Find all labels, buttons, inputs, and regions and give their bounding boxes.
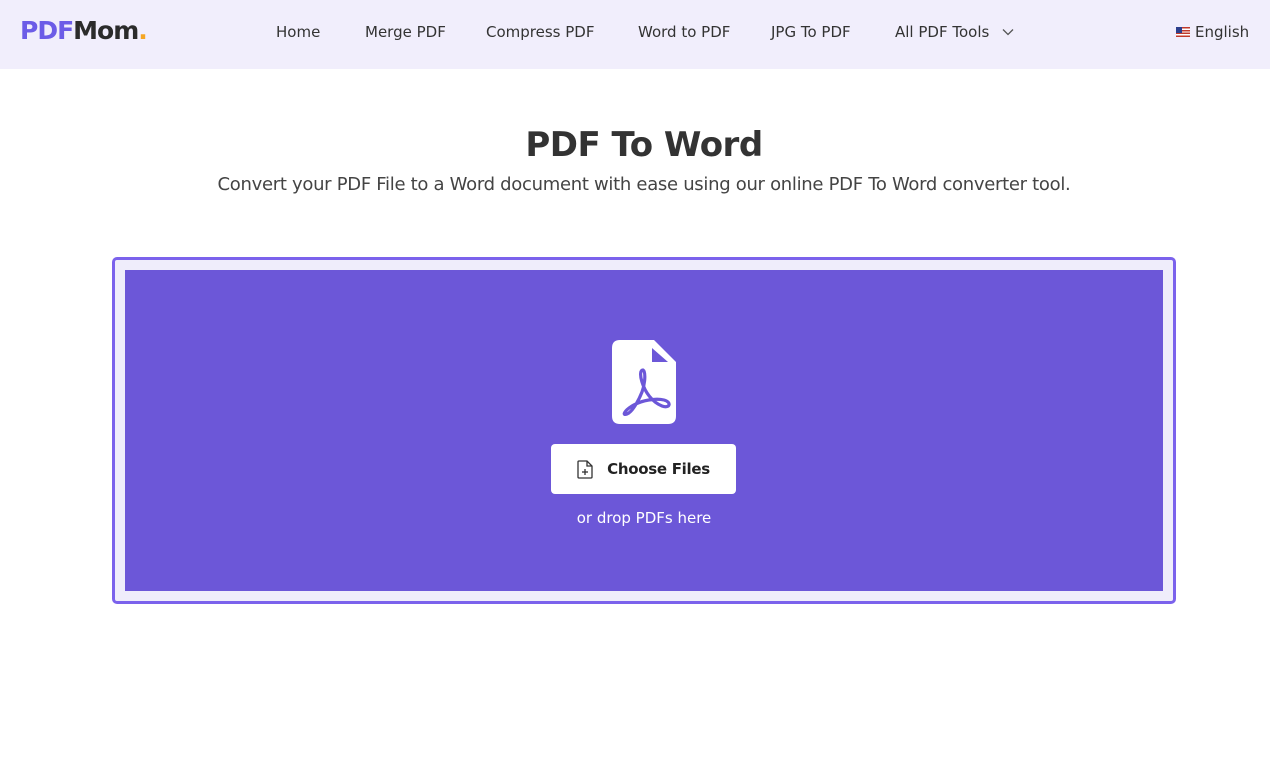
nav-all-pdf-tools[interactable]: All PDF Tools [895, 22, 989, 42]
upload-drop-area[interactable]: Choose Files or drop PDFs here [125, 270, 1163, 591]
page-title: PDF To Word [525, 125, 763, 165]
logo-pdf-text: PDF [20, 16, 74, 45]
choose-files-label: Choose Files [607, 460, 710, 478]
pdf-file-icon [612, 340, 676, 424]
upload-drop-zone[interactable]: Choose Files or drop PDFs here [112, 257, 1176, 604]
language-label: English [1195, 23, 1250, 41]
logo-mom-text: Mom [73, 16, 139, 45]
us-flag-icon [1176, 27, 1190, 37]
nav-compress-pdf[interactable]: Compress PDF [486, 22, 594, 42]
logo-dot: . [138, 16, 147, 45]
nav-merge-pdf[interactable]: Merge PDF [365, 22, 446, 42]
page-subtitle: Convert your PDF File to a Word document… [217, 174, 1071, 195]
nav-word-to-pdf[interactable]: Word to PDF [638, 22, 730, 42]
choose-files-button[interactable]: Choose Files [551, 444, 736, 494]
chevron-down-icon[interactable] [1001, 25, 1015, 39]
site-header: PDFMom. Home Merge PDF Compress PDF Word… [0, 0, 1270, 69]
nav-jpg-to-pdf[interactable]: JPG To PDF [771, 22, 851, 42]
logo[interactable]: PDFMom. [20, 15, 148, 47]
language-selector[interactable]: English [1176, 22, 1249, 42]
nav-home[interactable]: Home [276, 22, 320, 42]
drop-hint-text: or drop PDFs here [576, 509, 712, 527]
file-add-icon [577, 459, 593, 479]
